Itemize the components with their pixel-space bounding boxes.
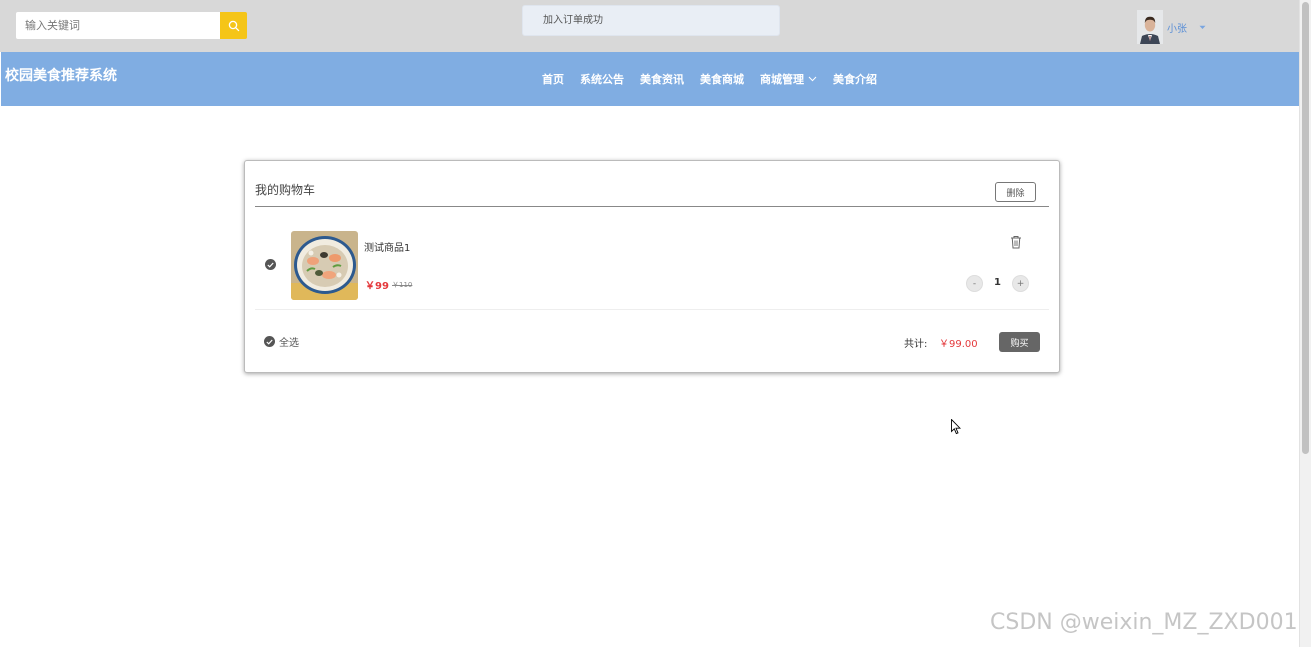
select-all-label[interactable]: 全选	[279, 334, 299, 349]
product-image	[291, 231, 358, 300]
search-button[interactable]	[220, 12, 247, 39]
nav-item-announcements[interactable]: 系统公告	[580, 71, 624, 87]
buy-button[interactable]: 购买	[999, 332, 1040, 352]
cursor-icon	[951, 419, 961, 435]
trash-icon[interactable]	[1010, 235, 1022, 249]
product-original-price: ￥110	[392, 281, 413, 289]
nav-bar: 校园美食推荐系统 首页 系统公告 美食资讯 美食商城 商城管理 美食介绍	[1, 52, 1299, 106]
delete-button[interactable]: 删除	[995, 182, 1036, 202]
watermark: CSDN @weixin_MZ_ZXD001	[990, 610, 1298, 635]
avatar	[1137, 10, 1163, 44]
cart-item: 测试商品1 ￥99 ￥110 - 1 +	[255, 207, 1049, 310]
search-input[interactable]	[16, 12, 220, 39]
total-value: ￥99.00	[939, 339, 978, 350]
chevron-down-icon	[808, 76, 817, 82]
cart-panel: 我的购物车 删除 测试商品1 ￥99 ￥110 - 1 + 全选 共计: ￥99…	[244, 160, 1060, 373]
search-box	[16, 12, 247, 39]
page-scrollbar[interactable]	[1299, 0, 1311, 647]
toast-message: 加入订单成功	[522, 5, 780, 36]
nav-item-food-news[interactable]: 美食资讯	[640, 71, 684, 87]
product-name[interactable]: 测试商品1	[364, 239, 410, 254]
user-menu[interactable]: 小张	[1137, 10, 1206, 44]
nav-item-food-mall[interactable]: 美食商城	[700, 71, 744, 87]
main-nav: 首页 系统公告 美食资讯 美食商城 商城管理 美食介绍	[542, 52, 893, 106]
check-circle-icon[interactable]	[265, 259, 276, 270]
search-icon	[228, 20, 239, 31]
quantity-increase-button[interactable]: +	[1012, 275, 1029, 292]
nav-item-mall-management[interactable]: 商城管理	[760, 71, 817, 87]
total-label: 共计:	[904, 339, 928, 350]
nav-item-home[interactable]: 首页	[542, 71, 564, 87]
site-title: 校园美食推荐系统	[5, 68, 117, 84]
top-bar: 加入订单成功 小张	[0, 0, 1299, 52]
nav-item-mall-management-label: 商城管理	[760, 73, 804, 86]
product-price: ￥99	[365, 281, 389, 292]
quantity-value: 1	[994, 277, 1001, 288]
cart-title: 我的购物车	[255, 183, 316, 197]
select-all-check-icon[interactable]	[264, 336, 275, 347]
caret-down-icon[interactable]	[1199, 23, 1206, 32]
user-name[interactable]: 小张	[1167, 20, 1187, 35]
scrollbar-thumb[interactable]	[1302, 2, 1309, 454]
quantity-decrease-button[interactable]: -	[966, 275, 983, 292]
nav-item-food-intro[interactable]: 美食介绍	[833, 71, 877, 87]
